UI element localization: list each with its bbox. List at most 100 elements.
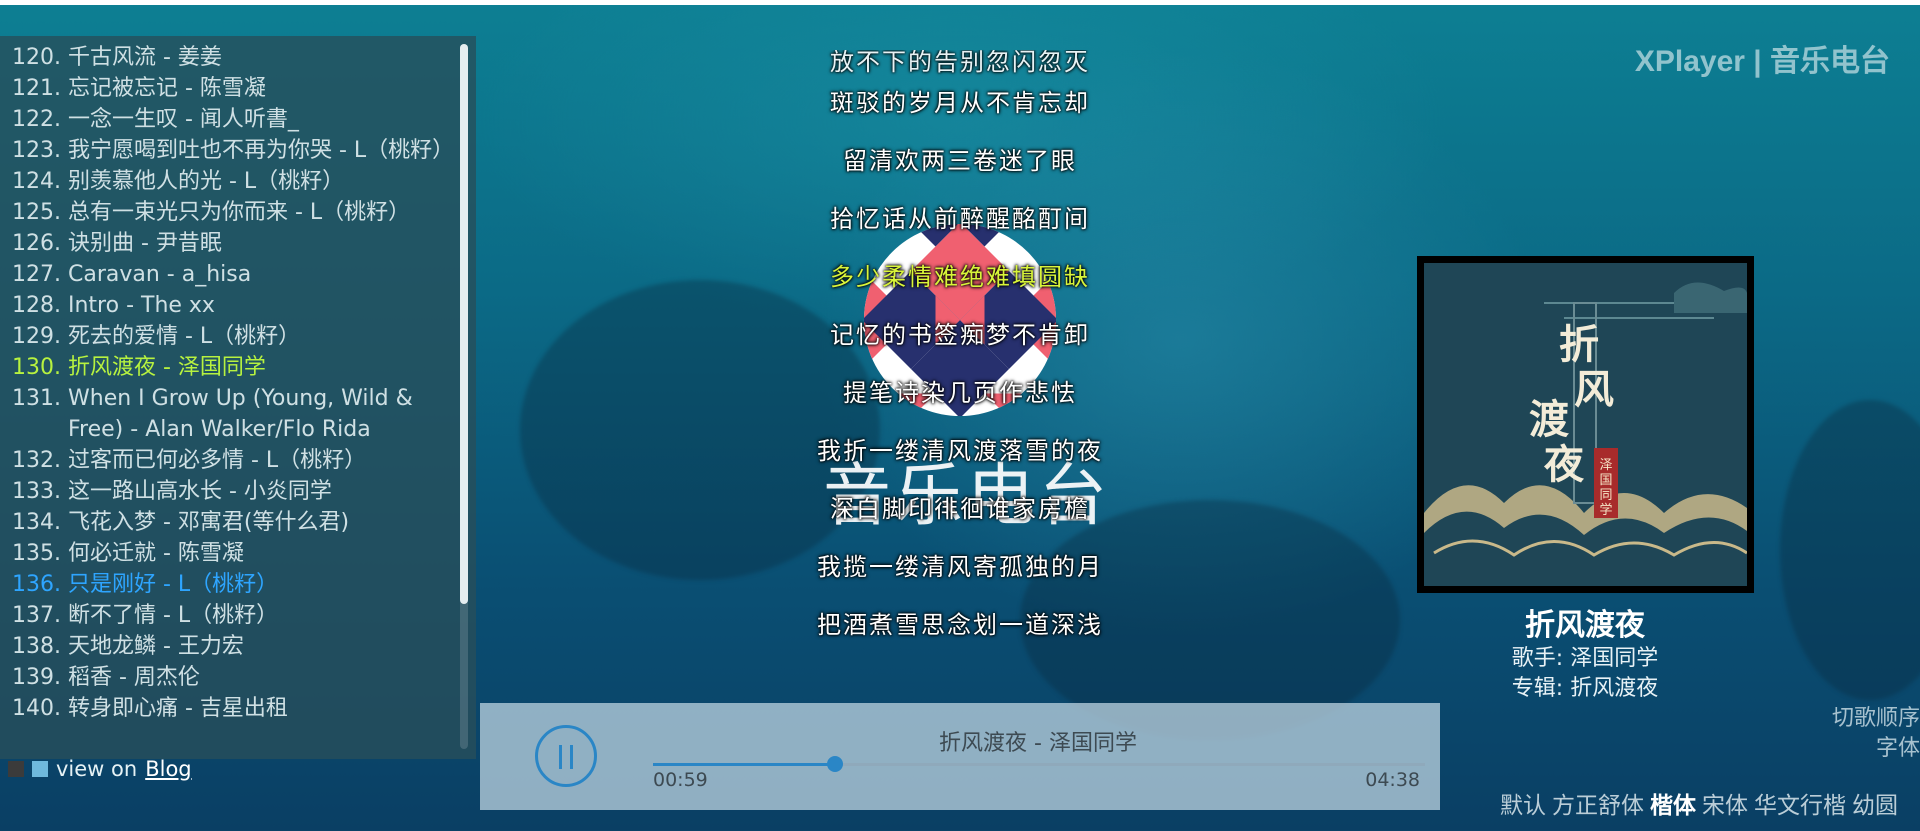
playlist-item-selected[interactable]: 136. 只是刚好 - L（桃籽） xyxy=(12,569,450,600)
font-option[interactable]: 默认 xyxy=(1500,793,1546,819)
playlist-item-number: 135. xyxy=(12,541,61,566)
lyric-lines: 斑驳的岁月从不肯忘却 留清欢两三卷迷了眼 拾忆话从前醉醒酩酊间 多少柔情难绝难填圆缺记… xyxy=(760,74,1160,654)
playlist-item-number: 122. xyxy=(12,107,61,132)
font-options: 默认 方正舒体 楷体 宋体 华文行楷 幼圆 xyxy=(1500,786,1904,820)
svg-text:折: 折 xyxy=(1559,321,1599,368)
playlist-item[interactable]: 125. 总有一束光只为你而来 - L（桃籽） xyxy=(12,197,450,228)
playlist-item-number: 130. xyxy=(12,355,61,380)
playlist-item-title: Intro - The xx xyxy=(68,293,215,318)
playlist-item-title: 飞花入梦 - 邓寓君(等什么君) xyxy=(68,510,350,535)
playlist-item[interactable]: 129. 死去的爱情 - L（桃籽） xyxy=(12,321,450,352)
playlist-item[interactable]: 138. 天地龙鳞 - 王力宏 xyxy=(12,631,450,662)
playlist-item-number: 131. xyxy=(12,386,61,411)
blog-link[interactable]: Blog xyxy=(145,757,191,781)
progress-track[interactable] xyxy=(653,756,1425,772)
pause-icon xyxy=(570,745,573,769)
playlist-item-title: 过客而已何必多情 - L（桃籽） xyxy=(68,448,367,473)
playlist-item-title: 千古风流 - 姜姜 xyxy=(68,45,222,70)
font-option[interactable]: 方正舒体 xyxy=(1552,793,1644,819)
font-label: 字体 xyxy=(1875,736,1920,761)
playlist-item-number: 136. xyxy=(12,572,61,597)
playlist-item-title: 忘记被忘记 - 陈雪凝 xyxy=(68,76,266,101)
playlist-item-number: 139. xyxy=(12,665,61,690)
playlist-item[interactable]: 135. 何必迁就 - 陈雪凝 xyxy=(12,538,450,569)
playlist-item[interactable]: 127. Caravan - a_hisa xyxy=(12,259,450,290)
playlist-item-title: 这一路山高水长 - 小炎同学 xyxy=(68,479,332,504)
now-playing-title: 折风渡夜 - 泽国同学 xyxy=(939,731,1137,756)
playlist-item[interactable]: 133. 这一路山高水长 - 小炎同学 xyxy=(12,476,450,507)
playlist-item[interactable]: 120. 千古风流 - 姜姜 xyxy=(12,42,450,73)
album-song-title: 折风渡夜 xyxy=(1525,608,1645,643)
theme-light-swatch[interactable] xyxy=(32,761,48,777)
playlist-item[interactable]: 134. 飞花入梦 - 邓寓君(等什么君) xyxy=(12,507,450,538)
playlist-item[interactable]: 137. 断不了情 - L（桃籽） xyxy=(12,600,450,631)
playlist-item-title: 断不了情 - L（桃籽） xyxy=(68,603,279,628)
progress-fill xyxy=(653,763,836,766)
playlist-item-title: 天地龙鳞 - 王力宏 xyxy=(68,634,244,659)
font-option[interactable]: 华文行楷 xyxy=(1754,793,1846,819)
playlist-panel: 120. 千古风流 - 姜姜 121. 忘记被忘记 - 陈雪凝 122. 一念一生叹 - … xyxy=(0,36,476,759)
total-time: 04:38 xyxy=(1365,769,1420,791)
playlist-scrollbar-thumb[interactable] xyxy=(460,44,468,604)
playlist-item[interactable]: 124. 别羡慕他人的光 - L（桃籽） xyxy=(12,166,450,197)
player-bar: 折风渡夜 - 泽国同学 00:59 04:38 xyxy=(480,703,1440,810)
lyric-line: 把酒煮雪思念划一道深浅 xyxy=(817,611,1103,639)
playlist-item-title: 只是刚好 - L（桃籽） xyxy=(68,572,279,597)
playlist-item-number: 138. xyxy=(12,634,61,659)
lyrics-panel: 放不下的告别忽闪忽灭 斑驳的岁月从不肯忘却 留清欢两三卷迷了眼 拾忆话从前醉醒酩酊间… xyxy=(760,50,1160,700)
lyric-line: 放不下的告别忽闪忽灭 xyxy=(830,50,1090,76)
top-border xyxy=(0,0,1920,5)
album-singer: 歌手: 泽国同学 xyxy=(1511,646,1659,671)
theme-dark-swatch[interactable] xyxy=(8,761,24,777)
lyric-line: 留清欢两三卷迷了眼 xyxy=(843,147,1077,175)
playlist-item-number: 124. xyxy=(12,169,61,194)
playlist-item-title: 诀别曲 - 尹昔眠 xyxy=(68,231,222,256)
svg-text:国: 国 xyxy=(1599,473,1612,488)
progress-knob[interactable] xyxy=(827,756,844,772)
playlist-item-number: 125. xyxy=(12,200,61,225)
playlist-item-number: 134. xyxy=(12,510,61,535)
album-cover: 泽 国 同 学 折 风 渡 夜 xyxy=(1417,256,1754,593)
pause-button[interactable] xyxy=(535,725,597,787)
playlist-item-number: 127. xyxy=(12,262,61,287)
playlist-item-title: 死去的爱情 - L（桃籽） xyxy=(68,324,301,349)
playlist-item[interactable]: 123. 我宁愿喝到吐也不再为你哭 - L（桃籽） xyxy=(12,135,455,166)
font-option[interactable]: 幼圆 xyxy=(1852,793,1898,819)
album-cover-art: 泽 国 同 学 折 风 渡 夜 xyxy=(1424,263,1747,586)
playlist-item-title: 何必迁就 - 陈雪凝 xyxy=(68,541,244,566)
playlist-item[interactable]: 128. Intro - The xx xyxy=(12,290,450,321)
svg-text:学: 学 xyxy=(1599,502,1612,518)
playlist-item[interactable]: 121. 忘记被忘记 - 陈雪凝 xyxy=(12,73,450,104)
playlist-item-title: 我宁愿喝到吐也不再为你哭 - L（桃籽） xyxy=(68,138,455,163)
font-option[interactable]: 楷体 xyxy=(1650,793,1696,819)
playlist-item[interactable]: 132. 过客而已何必多情 - L（桃籽） xyxy=(12,445,450,476)
background-crowd xyxy=(1780,400,1920,700)
font-option[interactable]: 宋体 xyxy=(1702,793,1748,819)
playlist-item[interactable]: 122. 一念一生叹 - 闻人听書_ xyxy=(12,104,450,135)
playlist-item[interactable]: 139. 稻香 - 周杰伦 xyxy=(12,662,450,693)
current-time: 00:59 xyxy=(653,769,708,791)
lyric-line: 我揽一缕清风寄孤独的月 xyxy=(817,553,1103,581)
switch-order-label[interactable]: 切歌顺序 xyxy=(1832,700,1920,732)
playlist-item-number: 120. xyxy=(12,45,61,70)
playlist-item-title: Caravan - a_hisa xyxy=(68,262,252,287)
playlist: 120. 千古风流 - 姜姜 121. 忘记被忘记 - 陈雪凝 122. 一念一生叹 - … xyxy=(0,36,455,724)
playlist-item-title: 别羡慕他人的光 - L（桃籽） xyxy=(68,169,345,194)
playlist-item[interactable]: 140. 转身即心痛 - 吉星出租 xyxy=(12,693,450,724)
lyric-line: 斑驳的岁月从不肯忘却 xyxy=(830,89,1090,117)
playlist-item-number: 121. xyxy=(12,76,61,101)
playlist-item-number: 129. xyxy=(12,324,61,349)
playlist-item-title: 转身即心痛 - 吉星出租 xyxy=(68,696,288,721)
playlist-item-title: 一念一生叹 - 闻人听書_ xyxy=(68,107,299,132)
svg-text:同: 同 xyxy=(1599,488,1612,503)
pause-icon xyxy=(559,745,562,769)
playlist-item-number: 128. xyxy=(12,293,61,318)
playlist-item[interactable]: 126. 诀别曲 - 尹昔眠 xyxy=(12,228,450,259)
playlist-item[interactable]: 131. When I Grow Up (Young, Wild & Free) … xyxy=(12,383,450,445)
lyric-line: 提笔诗染几页作悲怯 xyxy=(843,379,1077,407)
playlist-item-title: 总有一束光只为你而来 - L（桃籽） xyxy=(68,200,411,225)
svg-text:风: 风 xyxy=(1574,366,1614,413)
playlist-item-playing[interactable]: 130. 折风渡夜 - 泽国同学 xyxy=(12,352,450,383)
playlist-item-number: 133. xyxy=(12,479,61,504)
playlist-item-number: 140. xyxy=(12,696,61,721)
